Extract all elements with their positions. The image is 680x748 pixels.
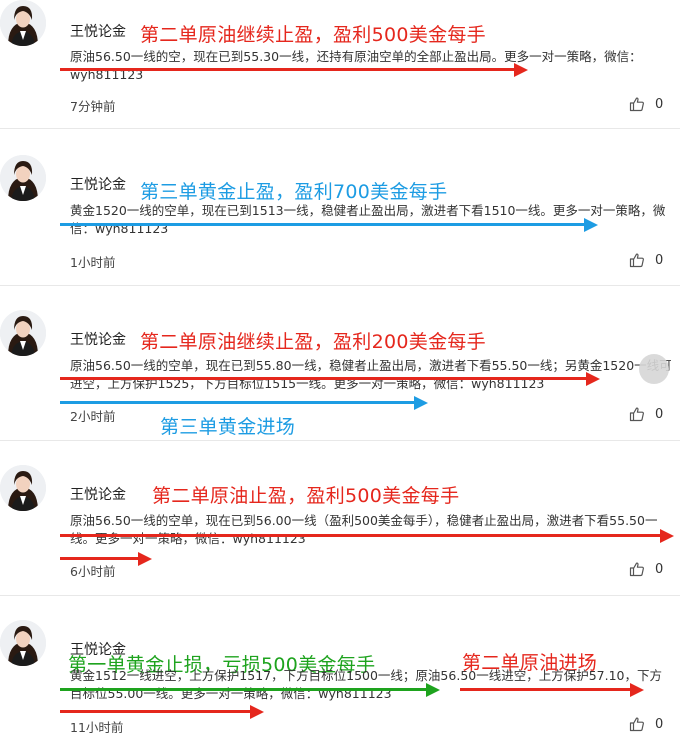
author-name[interactable]: 王悦论金 — [70, 21, 126, 41]
like-count: 0 — [655, 406, 664, 422]
thumbs-up-icon — [629, 97, 644, 112]
author-name[interactable]: 王悦论金 — [70, 484, 126, 504]
annotation-arrow — [60, 683, 440, 697]
post-5: 王悦论金 第一单黄金止损，亏损500美金每手 第二单原油进场 黄金1512一线进… — [0, 620, 680, 748]
post-4: 王悦论金 第二单原油止盈，盈利500美金每手 原油56.50一线的空单，现在已到… — [0, 465, 680, 620]
divider — [0, 285, 680, 286]
like-button[interactable]: 0 — [629, 406, 663, 422]
annotation-headline: 第二单原油止盈，盈利500美金每手 — [152, 485, 460, 507]
thumbs-up-icon — [629, 717, 644, 732]
avatar[interactable] — [0, 155, 46, 201]
like-button[interactable]: 0 — [629, 96, 663, 112]
like-count: 0 — [655, 716, 664, 732]
divider — [0, 440, 680, 441]
annotation-arrow — [60, 372, 600, 386]
annotation-headline: 第三单黄金止盈，盈利700美金每手 — [140, 181, 448, 203]
author-name[interactable]: 王悦论金 — [70, 174, 126, 194]
like-button[interactable]: 0 — [629, 716, 663, 732]
avatar[interactable] — [0, 310, 46, 356]
post-1: 王悦论金 第二单原油继续止盈，盈利500美金每手 原油56.50一线的空，现在已… — [0, 0, 680, 155]
like-count: 0 — [655, 561, 664, 577]
like-button[interactable]: 0 — [629, 252, 663, 268]
annotation-headline: 第二单原油继续止盈，盈利500美金每手 — [140, 24, 486, 46]
post-time: 11小时前 — [70, 720, 124, 735]
post-2: 王悦论金 第三单黄金止盈，盈利700美金每手 黄金1520一线的空单，现在已到1… — [0, 155, 680, 310]
annotation-arrow — [60, 529, 674, 543]
thumbs-up-icon — [629, 407, 644, 422]
carousel-next-button[interactable] — [639, 354, 669, 384]
post-time: 2小时前 — [70, 409, 116, 424]
like-count: 0 — [655, 96, 664, 112]
annotation-label: 第三单黄金进场 — [160, 416, 296, 438]
annotation-headline: 第二单原油继续止盈，盈利200美金每手 — [140, 331, 486, 353]
avatar[interactable] — [0, 0, 46, 46]
post-time: 6小时前 — [70, 564, 116, 579]
avatar[interactable] — [0, 465, 46, 511]
like-button[interactable]: 0 — [629, 561, 663, 577]
divider — [0, 595, 680, 596]
annotation-arrow — [460, 683, 644, 697]
avatar[interactable] — [0, 620, 46, 666]
annotation-arrow — [60, 63, 528, 77]
post-time: 7分钟前 — [70, 99, 116, 114]
like-count: 0 — [655, 252, 664, 268]
divider — [0, 128, 680, 129]
post-3: 王悦论金 第二单原油继续止盈，盈利200美金每手 原油56.50一线的空单，现在… — [0, 310, 680, 465]
post-time: 1小时前 — [70, 255, 116, 270]
author-name[interactable]: 王悦论金 — [70, 329, 126, 349]
thumbs-up-icon — [629, 562, 644, 577]
thumbs-up-icon — [629, 253, 644, 268]
annotation-arrow — [60, 218, 598, 232]
